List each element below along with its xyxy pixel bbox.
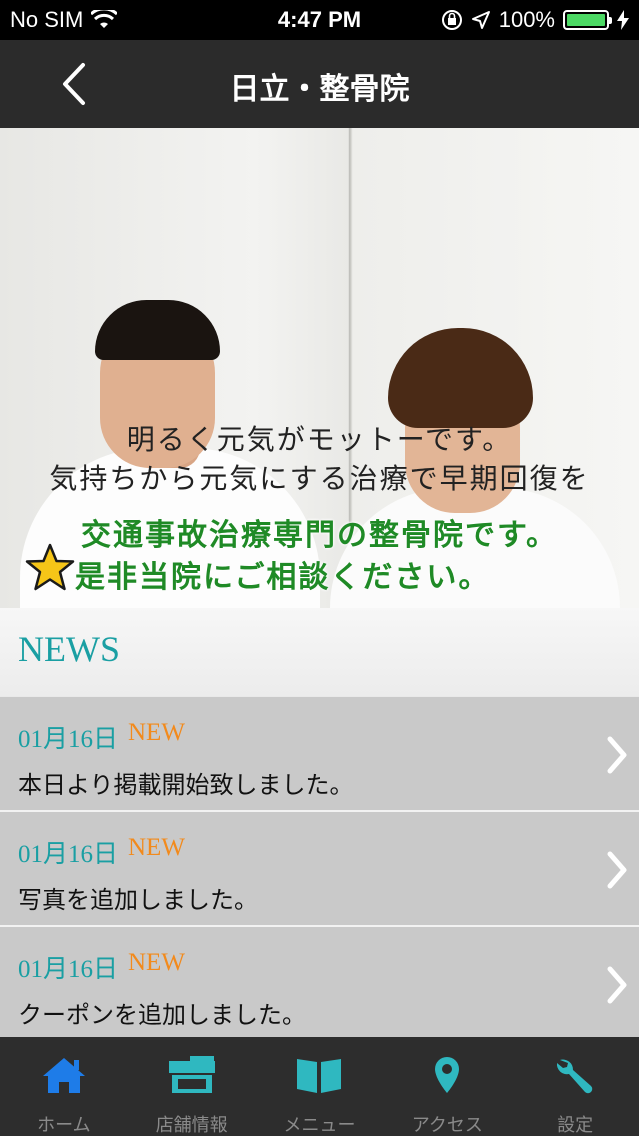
chevron-right-icon: [607, 966, 627, 1004]
news-item[interactable]: 01月16日 NEW 写真を追加しました。: [0, 812, 639, 927]
map-pin-icon: [435, 1057, 460, 1093]
tab-label-menu: メニュー: [283, 1115, 356, 1136]
news-text: 写真を追加しました。: [18, 886, 258, 914]
tab-label-store-info: 店舗情報: [155, 1115, 228, 1136]
wrench-icon: [557, 1059, 593, 1094]
new-badge: NEW: [128, 949, 185, 976]
chevron-right-icon: [607, 736, 627, 774]
news-list: 01月16日 NEW 本日より掲載開始致しました。 01月16日 NEW 写真を…: [0, 697, 639, 1042]
news-item[interactable]: 01月16日 NEW クーポンを追加しました。: [0, 927, 639, 1042]
tab-settings[interactable]: 設定: [511, 1037, 639, 1136]
tab-store-info[interactable]: 店舗情報: [128, 1037, 256, 1136]
news-item[interactable]: 01月16日 NEW 本日より掲載開始致しました。: [0, 697, 639, 812]
navigation-bar: 日立・整骨院: [0, 40, 639, 128]
tab-label-access: アクセス: [411, 1115, 483, 1136]
status-right: 100%: [441, 7, 629, 33]
location-arrow-icon: [471, 11, 490, 29]
tab-menu[interactable]: メニュー: [256, 1037, 384, 1136]
book-icon: [297, 1059, 342, 1093]
staff-photo-left-hair: [95, 300, 220, 360]
news-date: 01月16日: [18, 841, 119, 868]
hero-headline: 交通事故治療専門の整骨院です。: [81, 518, 558, 553]
new-badge: NEW: [128, 719, 185, 746]
home-icon: [42, 1058, 85, 1093]
status-bar: No SIM 4:47 PM 100%: [0, 0, 639, 40]
battery-icon: [563, 10, 612, 30]
tab-access[interactable]: アクセス: [383, 1037, 511, 1136]
news-text: 本日より掲載開始致しました。: [18, 771, 354, 799]
tab-bar: ホーム 店舗情報 メニュー アクセス 設定: [0, 1037, 639, 1136]
rotation-lock-icon: [441, 10, 462, 30]
tab-label-home: ホーム: [37, 1115, 91, 1136]
news-date: 01月16日: [18, 956, 119, 983]
hero-motto: 明るく元気がモットーです。: [126, 423, 513, 456]
news-title: NEWS: [18, 629, 120, 669]
tab-label-settings: 設定: [557, 1115, 594, 1136]
tab-home[interactable]: ホーム: [0, 1037, 128, 1136]
new-badge: NEW: [128, 834, 185, 861]
charging-bolt-icon: [617, 10, 629, 30]
star-icon: [25, 543, 75, 591]
news-text: クーポンを追加しました。: [18, 1001, 306, 1029]
chevron-right-icon: [607, 851, 627, 889]
staff-photo-right-hair: [388, 328, 533, 428]
store-icon: [168, 1056, 215, 1093]
page-title: 日立・整骨院: [229, 72, 410, 107]
battery-percent: 100%: [498, 7, 555, 32]
news-section-header: NEWS: [0, 608, 639, 696]
hero-call-to-action: 是非当院にご相談ください。: [75, 560, 491, 595]
news-date: 01月16日: [18, 726, 119, 753]
hero-subtext: 気持ちから元気にする治療で早期回復を: [49, 462, 590, 495]
